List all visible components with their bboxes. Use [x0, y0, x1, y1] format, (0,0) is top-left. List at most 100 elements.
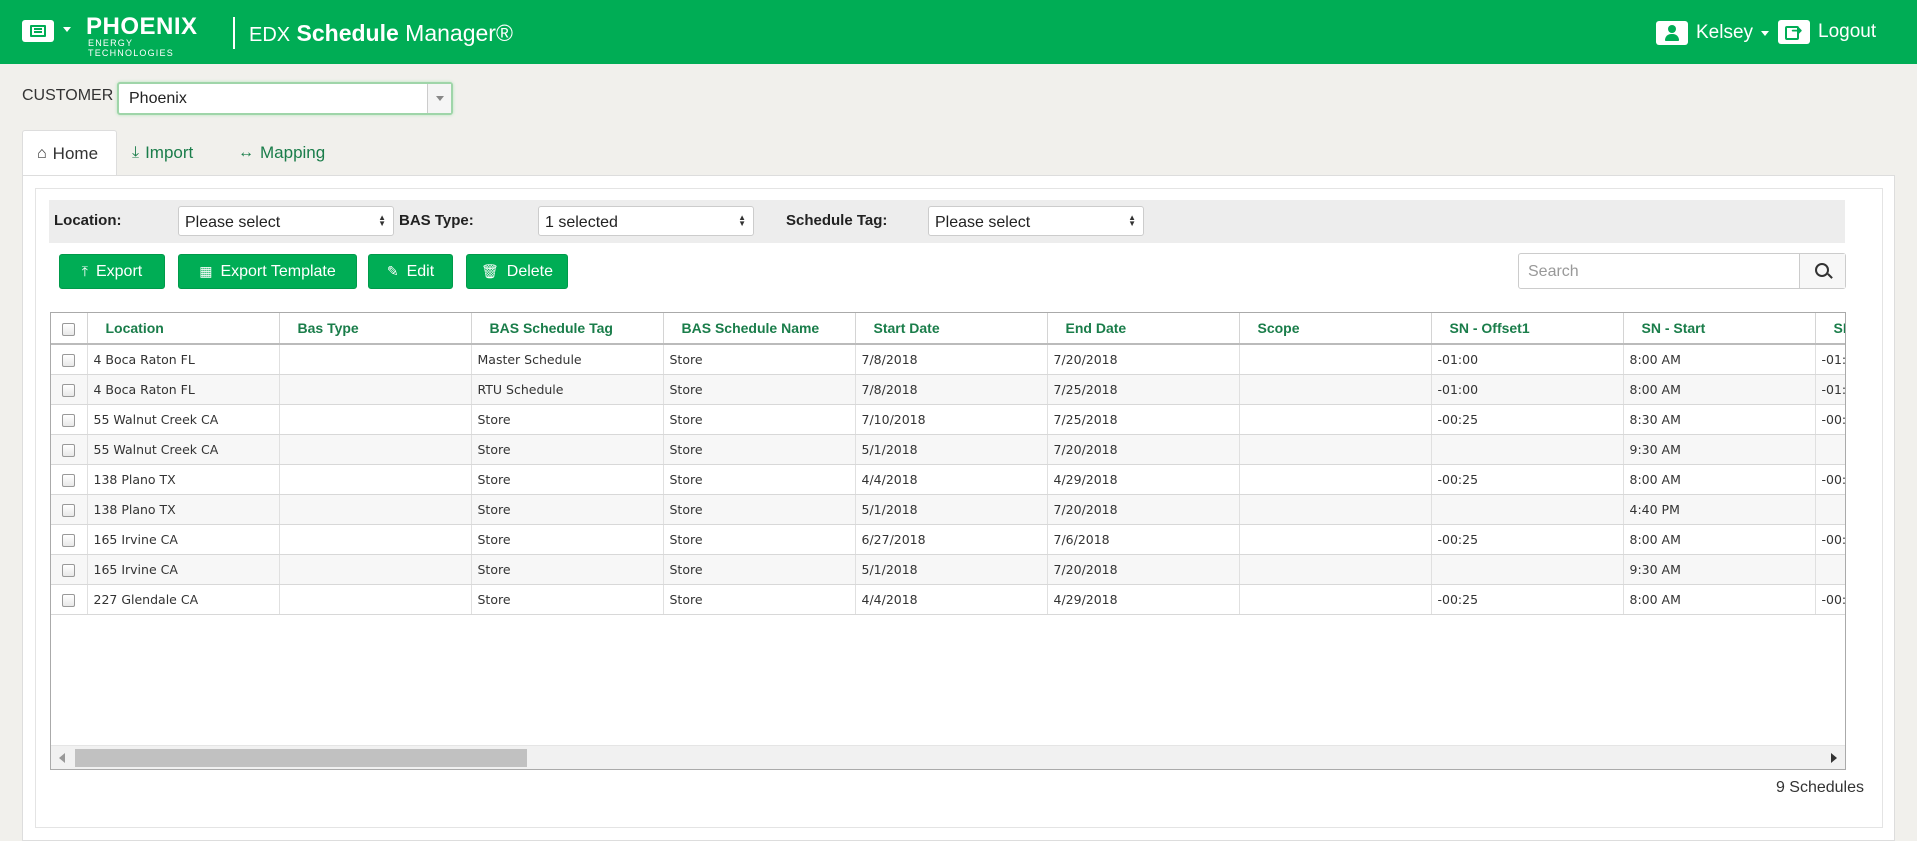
- table-cell: 7/20/2018: [1047, 434, 1240, 465]
- download-icon: ⤓: [132, 144, 140, 161]
- table-cell: [279, 404, 472, 435]
- table-cell: 7/8/2018: [855, 344, 1048, 375]
- table-cell: Store: [471, 494, 664, 525]
- export-button-label: Export: [95, 262, 143, 280]
- menu-caret-icon[interactable]: [63, 27, 71, 32]
- tab-home[interactable]: ⌂ Home: [22, 130, 117, 177]
- logout-label: Logout: [1818, 21, 1877, 42]
- table-cell: [279, 494, 472, 525]
- export-button[interactable]: ⤒ Export: [59, 254, 165, 289]
- row-checkbox[interactable]: [51, 524, 88, 555]
- table-cell: -01:00: [1431, 344, 1624, 375]
- table-cell: 8:00 AM: [1623, 524, 1816, 555]
- table-cell: Store: [471, 464, 664, 495]
- checkbox-icon: [62, 533, 76, 547]
- app-menu-button[interactable]: [22, 20, 54, 42]
- row-checkbox[interactable]: [51, 344, 88, 375]
- table-row[interactable]: 4 Boca Raton FL RTU Schedule Store 7/8/2018…: [51, 374, 1845, 405]
- top-header-bar: PHOENIX ENERGY TECHNOLOGIES EDX Schedule…: [0, 0, 1917, 64]
- tab-mapping[interactable]: ↔ Mapping: [224, 130, 339, 176]
- search-icon[interactable]: [1799, 254, 1845, 288]
- edit-button-label: Edit: [406, 262, 435, 280]
- row-checkbox[interactable]: [51, 404, 88, 435]
- table-row[interactable]: 138 Plano TX Store Store 4/4/2018 4/29/2018-…: [51, 464, 1845, 495]
- table-row[interactable]: 55 Walnut Creek CA Store Store 5/1/2018 7/20…: [51, 434, 1845, 465]
- row-checkbox[interactable]: [51, 494, 88, 525]
- column-header[interactable]: Start Date: [855, 313, 1048, 345]
- column-header[interactable]: SN - Offset1: [1431, 313, 1624, 345]
- table-cell: [279, 374, 472, 405]
- checkbox-icon: [62, 473, 76, 487]
- table-cell: 4 Boca Raton FL: [87, 374, 280, 405]
- table-row[interactable]: 227 Glendale CA Store Store 4/4/2018 4/29/20…: [51, 584, 1845, 615]
- bas-type-filter-select[interactable]: 1 selected ▲ ▼: [538, 206, 754, 236]
- checkbox-icon: [62, 353, 76, 367]
- column-header[interactable]: Location: [87, 313, 280, 345]
- table-cell: [1239, 554, 1432, 585]
- tab-import[interactable]: ⤓ Import: [118, 130, 207, 176]
- table-row[interactable]: 165 Irvine CA Store Store 5/1/2018 7/20/2018…: [51, 554, 1845, 585]
- schedule-tag-filter-select[interactable]: Please select ▲ ▼: [928, 206, 1144, 236]
- column-header[interactable]: BAS Schedule Tag: [471, 313, 664, 345]
- delete-button[interactable]: 🗑 Delete: [466, 254, 568, 289]
- select-all-checkbox[interactable]: [51, 313, 88, 345]
- scrollbar-thumb[interactable]: [75, 749, 527, 767]
- table-cell: 5/1/2018: [855, 494, 1048, 525]
- table-cell: -00:: [1815, 404, 1845, 435]
- row-checkbox[interactable]: [51, 434, 88, 465]
- column-header[interactable]: BAS Schedule Name: [663, 313, 856, 345]
- table-cell: 4/4/2018: [855, 584, 1048, 615]
- edit-button[interactable]: ✎ Edit: [368, 254, 453, 289]
- checkbox-icon: [62, 383, 76, 397]
- table-cell: [1239, 434, 1432, 465]
- column-header[interactable]: End Date: [1047, 313, 1240, 345]
- user-menu[interactable]: Kelsey: [1656, 20, 1770, 46]
- scroll-right-icon[interactable]: [1831, 753, 1837, 763]
- row-checkbox[interactable]: [51, 374, 88, 405]
- horizontal-scrollbar[interactable]: [51, 745, 1845, 769]
- tab-import-label: Import: [145, 143, 194, 162]
- logo-divider: [233, 17, 235, 49]
- sort-arrows-icon: ▲ ▼: [738, 213, 746, 228]
- table-row[interactable]: 138 Plano TX Store Store 5/1/2018 7/20/2018 4…: [51, 494, 1845, 525]
- phoenix-logo: PHOENIX ENERGY TECHNOLOGIES: [86, 13, 220, 59]
- table-cell: 165 Irvine CA: [87, 554, 280, 585]
- table-row[interactable]: 165 Irvine CA Store Store 6/27/2018 7/6/2018…: [51, 524, 1845, 555]
- column-header[interactable]: Scope: [1239, 313, 1432, 345]
- table-cell: 7/6/2018: [1047, 524, 1240, 555]
- logo-sub-text: ENERGY TECHNOLOGIES: [88, 38, 174, 58]
- table-cell: Store: [471, 524, 664, 555]
- search-input[interactable]: Search: [1528, 263, 1579, 281]
- table-cell: [1239, 374, 1432, 405]
- column-header[interactable]: SN - Start: [1623, 313, 1816, 345]
- edit-icon: ✎: [386, 263, 399, 279]
- home-panel: Location: Please select ▲ ▼ BAS Type: 1 s…: [22, 175, 1895, 841]
- table-cell: [1239, 404, 1432, 435]
- table-cell: 8:00 AM: [1623, 464, 1816, 495]
- schedule-count: 9 Schedules: [1775, 779, 1864, 796]
- location-filter-select[interactable]: Please select ▲ ▼: [178, 206, 394, 236]
- customer-select[interactable]: Phoenix: [117, 82, 453, 115]
- row-checkbox[interactable]: [51, 584, 88, 615]
- column-header[interactable]: SN: [1815, 313, 1845, 345]
- table-cell: Store: [663, 464, 856, 495]
- app-title-rest: Manager®: [405, 20, 513, 46]
- table-cell: 8:00 AM: [1623, 584, 1816, 615]
- table-cell: -00:: [1815, 464, 1845, 495]
- export-template-button[interactable]: ▦ Export Template: [178, 254, 357, 289]
- scroll-left-icon[interactable]: [59, 753, 65, 763]
- checkbox-icon: [62, 503, 76, 517]
- table-cell: 5/1/2018: [855, 554, 1048, 585]
- row-checkbox[interactable]: [51, 554, 88, 585]
- table-cell: [1239, 584, 1432, 615]
- app-title: EDX Schedule Manager®: [249, 19, 513, 49]
- logout-button[interactable]: Logout: [1778, 20, 1876, 44]
- row-checkbox[interactable]: [51, 464, 88, 495]
- table-row[interactable]: 55 Walnut Creek CA Store Store 7/10/2018 7/2…: [51, 404, 1845, 435]
- table-row[interactable]: 4 Boca Raton FL Master Schedule Store 7/8/2…: [51, 344, 1845, 375]
- table-cell: 7/25/2018: [1047, 404, 1240, 435]
- dropdown-arrow-icon[interactable]: [427, 84, 451, 113]
- logo-main-text: PHOENIX: [86, 13, 198, 40]
- column-header[interactable]: Bas Type: [279, 313, 472, 345]
- table-cell: Store: [663, 584, 856, 615]
